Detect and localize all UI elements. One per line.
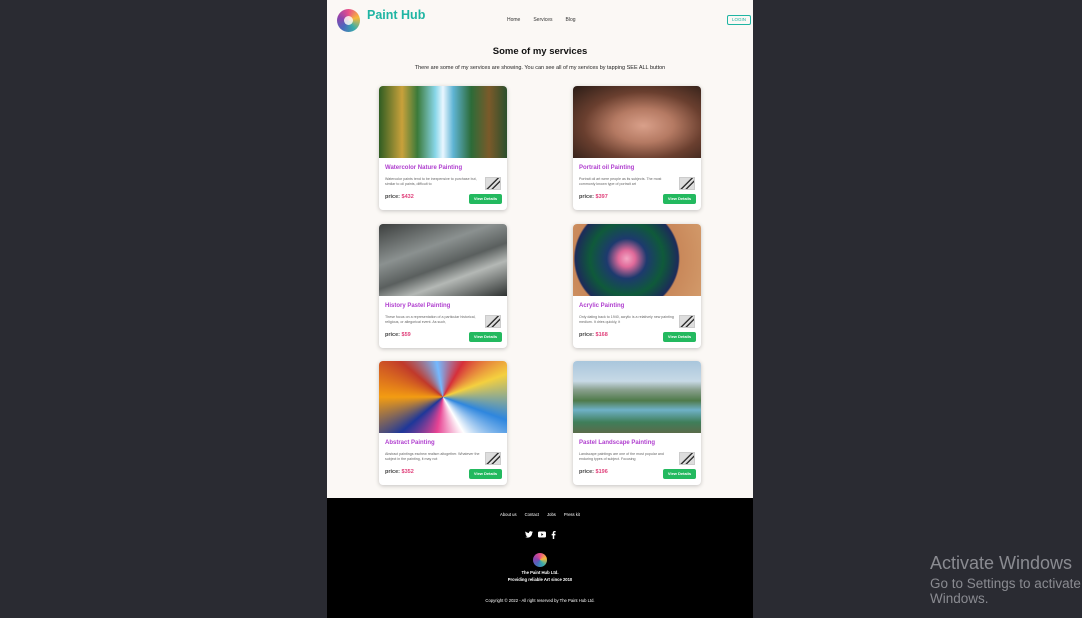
service-description: Landscape paintings are one of the most … [579, 452, 664, 461]
service-description: Only dating back to 1940, acrylic is a r… [579, 315, 674, 324]
footer-links: About us Contact Jobs Press kit [327, 512, 753, 517]
facebook-icon[interactable] [551, 531, 556, 539]
social-links [327, 531, 753, 539]
section-subtitle: There are some of my services are showin… [414, 65, 666, 71]
view-details-button[interactable]: View Details [469, 469, 502, 479]
footer-logo [533, 553, 547, 567]
broken-image-icon [485, 177, 501, 190]
section-title: Some of my services [492, 46, 588, 57]
service-image [573, 86, 701, 158]
service-description: These focus on a representation of a par… [385, 315, 476, 324]
brand-name[interactable]: Paint Hub [367, 8, 425, 22]
service-card: Abstract Painting Abstract paintings esc… [379, 361, 507, 485]
footer-tagline: Providing reliable Art since 2010 [507, 577, 573, 582]
service-card: Portrait oil Painting Portrait oil art w… [573, 86, 701, 210]
footer-link-contact[interactable]: Contact [525, 512, 539, 517]
footer: About us Contact Jobs Press kit The Pain… [327, 498, 753, 618]
page: Paint Hub Home Services Blog LOGIN Some … [327, 0, 753, 618]
service-title: Acrylic Painting [579, 303, 625, 309]
service-description: Abstract paintings eschew realism altoge… [385, 452, 480, 461]
service-image [379, 224, 507, 296]
nav-services[interactable]: Services [533, 17, 552, 23]
footer-link-press-kit[interactable]: Press kit [564, 512, 580, 517]
service-image [379, 86, 507, 158]
youtube-icon[interactable] [537, 531, 546, 538]
login-button[interactable]: LOGIN [727, 15, 751, 25]
service-description: Watercolor paints tend to be inexpensive… [385, 177, 477, 186]
service-price: price: $397 [579, 194, 608, 200]
broken-image-icon [679, 452, 695, 465]
service-price: price: $352 [385, 469, 414, 475]
service-card: History Pastel Painting These focus on a… [379, 224, 507, 348]
service-price: price: $168 [579, 332, 608, 338]
view-details-button[interactable]: View Details [663, 469, 696, 479]
view-details-button[interactable]: View Details [469, 332, 502, 342]
brand-logo[interactable] [337, 9, 360, 32]
twitter-icon[interactable] [524, 531, 533, 538]
service-price: price: $196 [579, 469, 608, 475]
footer-company: The Paint Hub Ltd. [521, 570, 559, 575]
watermark-subtitle: Go to Settings to activate Windows. [930, 576, 1081, 606]
service-image [573, 361, 701, 433]
service-price: price: $59 [385, 332, 411, 338]
broken-image-icon [485, 315, 501, 328]
footer-link-jobs[interactable]: Jobs [547, 512, 556, 517]
service-title: Abstract Painting [385, 440, 435, 446]
navbar: Paint Hub Home Services Blog LOGIN [327, 0, 753, 36]
service-card: Watercolor Nature Painting Watercolor pa… [379, 86, 507, 210]
service-card: Pastel Landscape Painting Landscape pain… [573, 361, 701, 485]
service-title: Portrait oil Painting [579, 165, 635, 171]
broken-image-icon [485, 452, 501, 465]
nav-blog[interactable]: Blog [566, 17, 576, 23]
service-price: price: $432 [385, 194, 414, 200]
footer-copyright: Copyright © 2022 - All right reserved by… [485, 598, 595, 603]
nav-menu: Home Services Blog [507, 17, 576, 23]
service-description: Portrait oil art were people as its subj… [579, 177, 662, 186]
nav-home[interactable]: Home [507, 17, 520, 23]
broken-image-icon [679, 315, 695, 328]
service-image [379, 361, 507, 433]
service-title: History Pastel Painting [385, 303, 451, 309]
service-title: Pastel Landscape Painting [579, 440, 656, 446]
watermark-title: Activate Windows [930, 553, 1073, 573]
view-details-button[interactable]: View Details [469, 194, 502, 204]
service-card: Acrylic Painting Only dating back to 194… [573, 224, 701, 348]
windows-activation-watermark: Activate Windows Go to Settings to activ… [930, 553, 1082, 606]
service-image [573, 224, 701, 296]
service-title: Watercolor Nature Painting [385, 165, 463, 171]
view-details-button[interactable]: View Details [663, 194, 696, 204]
footer-link-about[interactable]: About us [500, 512, 517, 517]
broken-image-icon [679, 177, 695, 190]
view-details-button[interactable]: View Details [663, 332, 696, 342]
